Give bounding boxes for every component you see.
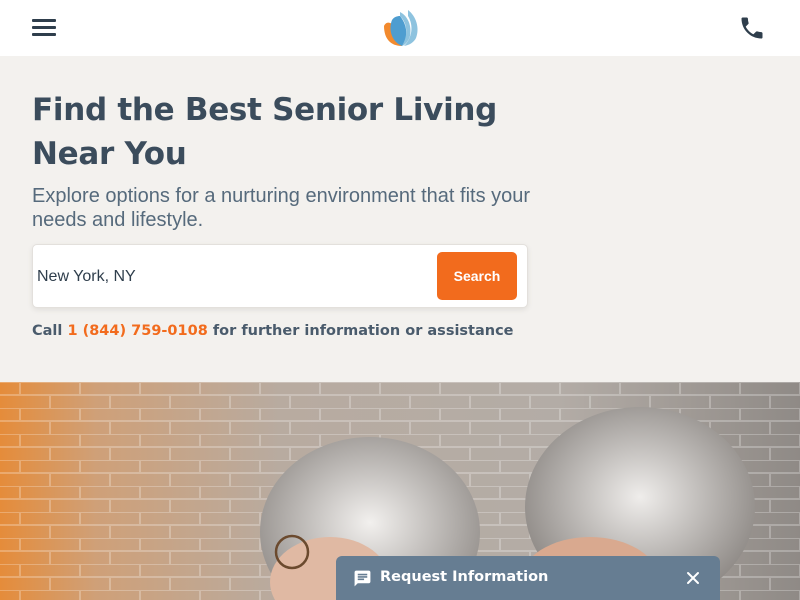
request-information-label: Request Information: [380, 569, 549, 585]
location-search-input[interactable]: [37, 257, 427, 297]
chat-icon: [354, 570, 371, 587]
call-info: Call 1 (844) 759-0108 for further inform…: [32, 323, 592, 339]
leaf-logo-icon[interactable]: [378, 6, 422, 50]
phone-icon[interactable]: [738, 14, 766, 42]
hero-subtitle: Explore options for a nurturing environm…: [32, 185, 531, 231]
request-information-bar[interactable]: Request Information: [336, 556, 720, 600]
close-icon[interactable]: [686, 571, 700, 585]
search-button[interactable]: Search: [437, 252, 517, 300]
call-prefix: Call: [32, 323, 63, 339]
location-search-box: Search: [32, 244, 528, 308]
hamburger-menu-icon[interactable]: [32, 16, 57, 38]
site-header: [0, 0, 800, 56]
page-title: Find the Best Senior Living Near You: [32, 92, 498, 172]
phone-number-link[interactable]: 1 (844) 759-0108: [67, 323, 207, 339]
call-suffix: for further information or assistance: [212, 323, 514, 339]
